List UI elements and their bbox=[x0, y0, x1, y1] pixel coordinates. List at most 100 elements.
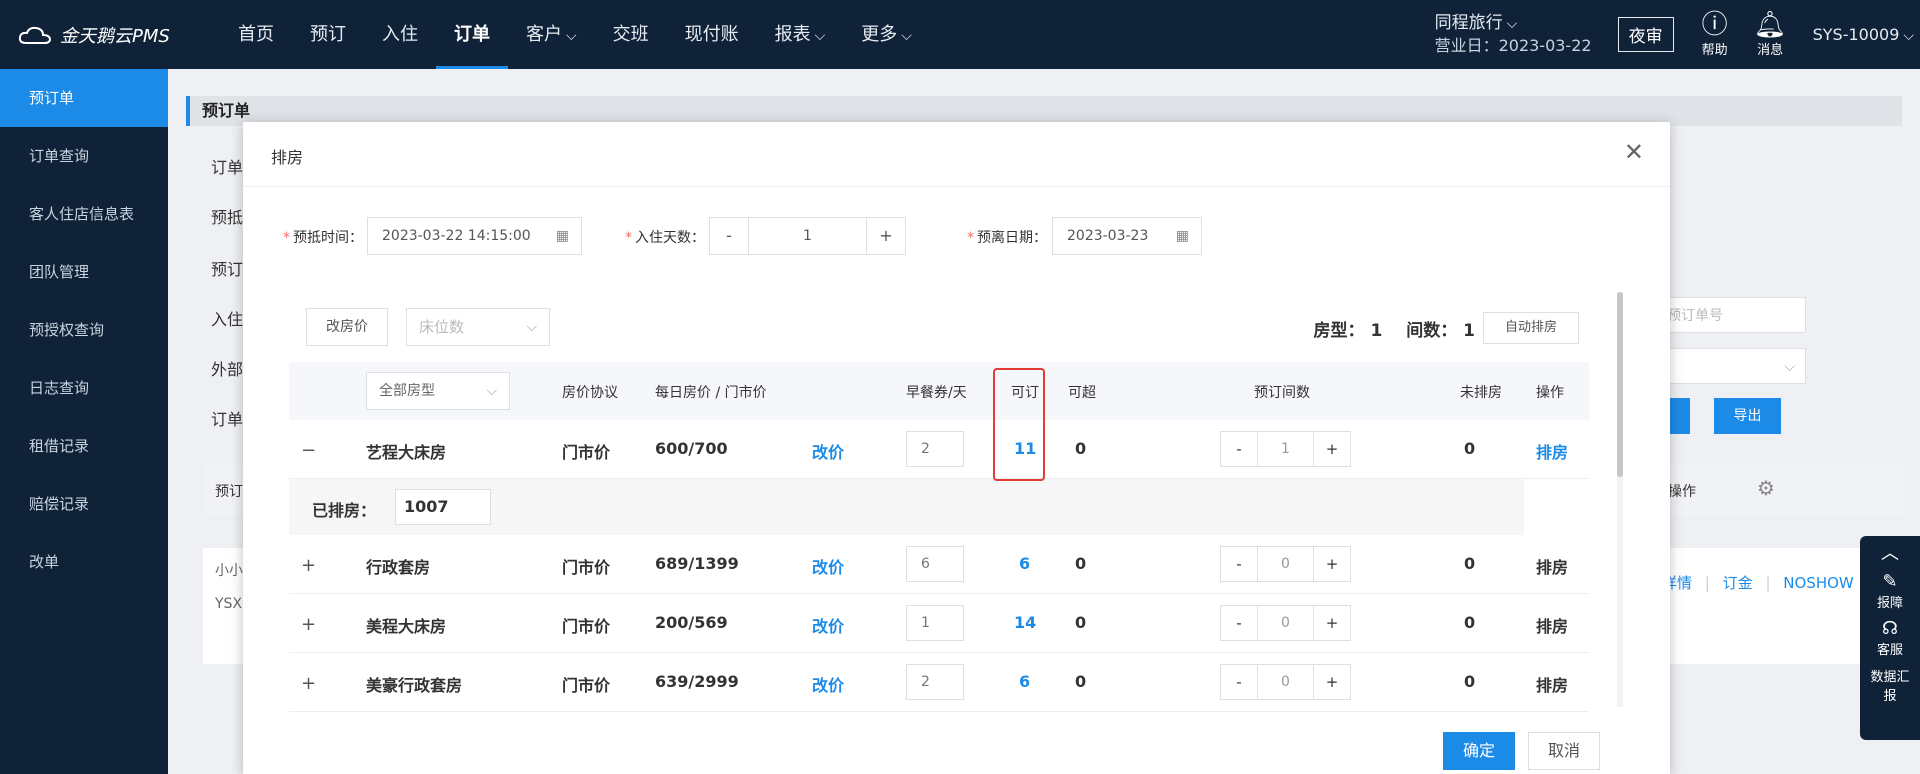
sidebar-item-log-query[interactable]: 日志查询 bbox=[0, 359, 168, 417]
expand-row-icon[interactable]: + bbox=[301, 555, 316, 576]
daily-price: 600/700 bbox=[655, 439, 728, 458]
messages-button[interactable]: 🔔︎ 消息 bbox=[1754, 11, 1787, 58]
qty-increment-button[interactable]: + bbox=[1314, 606, 1350, 640]
sidebar-item-guest-info[interactable]: 客人住店信息表 bbox=[0, 185, 168, 243]
header-overbook: 可超 bbox=[1068, 385, 1096, 401]
breakfast-input[interactable]: 1 bbox=[906, 605, 964, 641]
qty-value[interactable]: 1 bbox=[1257, 432, 1314, 466]
unassigned-count: 0 bbox=[1464, 613, 1476, 632]
noshow-link[interactable]: NOSHOW bbox=[1783, 574, 1853, 592]
help-button[interactable]: ⓘ 帮助 bbox=[1702, 11, 1728, 58]
departure-date-input[interactable]: 2023-03-23 ▦ bbox=[1052, 217, 1202, 255]
table-header: 全部房型 ⌵ 房价协议 每日房价 / 门市价 早餐券/天 可订 可超 预订间数 … bbox=[289, 362, 1589, 420]
sidebar-item-order-query[interactable]: 订单查询 bbox=[0, 127, 168, 185]
dialog-header: 排房 ✕ bbox=[243, 122, 1670, 187]
night-audit-button[interactable]: 夜审 bbox=[1617, 17, 1674, 52]
bg-search-button[interactable] bbox=[1668, 398, 1690, 434]
nav-shift[interactable]: 交班 bbox=[595, 0, 667, 69]
chevron-down-icon: ⌵ bbox=[814, 28, 826, 44]
cloud-logo-icon bbox=[18, 26, 52, 44]
nav-reports[interactable]: 报表 ⌵ bbox=[757, 0, 844, 69]
nights-decrement-button[interactable]: - bbox=[710, 218, 748, 254]
breakfast-input[interactable]: 6 bbox=[906, 546, 964, 582]
nav-more[interactable]: 更多 ⌵ bbox=[843, 0, 930, 69]
qty-decrement-button[interactable]: - bbox=[1221, 432, 1257, 466]
bed-count-select[interactable]: 床位数 ⌵ bbox=[406, 308, 550, 346]
breakfast-input[interactable]: 2 bbox=[906, 431, 964, 467]
qty-value[interactable]: 0 bbox=[1257, 606, 1314, 640]
header-unassigned: 未排房 bbox=[1460, 385, 1502, 401]
auto-assign-button[interactable]: 自动排房 bbox=[1483, 312, 1579, 344]
qty-value[interactable]: 0 bbox=[1257, 547, 1314, 581]
nights-increment-button[interactable]: + bbox=[867, 218, 905, 254]
chevron-down-icon: ⌵ bbox=[486, 383, 497, 399]
qty-decrement-button[interactable]: - bbox=[1221, 606, 1257, 640]
change-price-link[interactable]: 改价 bbox=[812, 613, 844, 637]
change-price-link[interactable]: 改价 bbox=[812, 672, 844, 696]
assign-room-action[interactable]: 排房 bbox=[1536, 672, 1568, 696]
data-report-button[interactable]: 数据汇报 bbox=[1860, 658, 1920, 704]
expand-row-icon[interactable]: + bbox=[301, 673, 316, 694]
change-price-link[interactable]: 改价 bbox=[812, 554, 844, 578]
qty-increment-button[interactable]: + bbox=[1314, 432, 1350, 466]
confirm-button[interactable]: 确定 bbox=[1443, 732, 1515, 770]
close-icon[interactable]: ✕ bbox=[1624, 138, 1644, 166]
assign-room-action[interactable]: 排房 bbox=[1536, 554, 1568, 578]
bg-select[interactable]: ⌵ bbox=[1656, 348, 1806, 384]
export-button[interactable]: 导出 bbox=[1714, 398, 1781, 434]
arrival-time-input[interactable]: 2023-03-22 14:15:00 ▦ bbox=[367, 217, 582, 255]
top-navbar: 金天鹅云PMS 首页 预订 入住 订单 客户 ⌵ 交班 现付账 报表 ⌵ 更多 ⌵ 同… bbox=[0, 0, 1920, 69]
nights-value[interactable]: 1 bbox=[748, 218, 867, 254]
scrollbar-thumb[interactable] bbox=[1617, 292, 1623, 477]
topbar-right: 同程旅行 ⌵ 营业日：2023-03-22 夜审 ⓘ 帮助 🔔︎ 消息 SYS-1… bbox=[1435, 0, 1920, 69]
sidebar-item-preauth-query[interactable]: 预授权查询 bbox=[0, 301, 168, 359]
filter-label: 外部 bbox=[211, 360, 244, 379]
qty-value[interactable]: 0 bbox=[1257, 665, 1314, 699]
breakfast-input[interactable]: 2 bbox=[906, 664, 964, 700]
nav-booking[interactable]: 预订 bbox=[292, 0, 364, 69]
collapse-row-icon[interactable]: − bbox=[301, 440, 316, 461]
user-menu[interactable]: SYS-10009 ⌵ bbox=[1813, 25, 1914, 44]
order-number-input[interactable]: 预订单号 bbox=[1656, 297, 1806, 333]
unassigned-count: 0 bbox=[1464, 554, 1476, 573]
sidebar-item-reservations[interactable]: 预订单 bbox=[0, 69, 168, 127]
available-count: 14 bbox=[1014, 613, 1037, 632]
nav-orders[interactable]: 订单 bbox=[436, 0, 508, 69]
nav-customers[interactable]: 客户 ⌵ bbox=[508, 0, 595, 69]
calendar-icon: ▦ bbox=[555, 228, 569, 244]
row-action-links: 详情 | 订金 | NOSHOW bbox=[1662, 574, 1854, 592]
sidebar-item-modify-order[interactable]: 改单 bbox=[0, 533, 168, 591]
collapse-button[interactable]: ︿ bbox=[1860, 536, 1920, 564]
change-price-button[interactable]: 改房价 bbox=[306, 308, 388, 346]
nav-cash-account[interactable]: 现付账 bbox=[667, 0, 757, 69]
nav-home[interactable]: 首页 bbox=[220, 0, 292, 69]
deposit-link[interactable]: 订金 bbox=[1723, 574, 1753, 592]
filter-label: 订单 bbox=[211, 410, 244, 429]
app-logo[interactable]: 金天鹅云PMS bbox=[18, 22, 170, 48]
overbook-count: 0 bbox=[1075, 613, 1087, 632]
assigned-room-number[interactable]: 1007 bbox=[395, 489, 491, 525]
hotel-name: 同程旅行 bbox=[1434, 13, 1503, 33]
room-qty-stepper: - 1 + bbox=[1220, 431, 1351, 467]
assign-room-action[interactable]: 排房 bbox=[1536, 613, 1568, 637]
nav-checkin[interactable]: 入住 bbox=[364, 0, 436, 69]
report-issue-button[interactable]: ✎ 报障 bbox=[1860, 564, 1920, 612]
cancel-button[interactable]: 取消 bbox=[1528, 732, 1600, 770]
qty-decrement-button[interactable]: - bbox=[1221, 665, 1257, 699]
ops-header: 操作 bbox=[1668, 484, 1696, 500]
qty-increment-button[interactable]: + bbox=[1314, 547, 1350, 581]
rate-plan: 门市价 bbox=[562, 443, 611, 462]
customer-service-button[interactable]: ☊ 客服 bbox=[1860, 611, 1920, 659]
sidebar-item-rental-records[interactable]: 租借记录 bbox=[0, 417, 168, 475]
expand-row-icon[interactable]: + bbox=[301, 614, 316, 635]
gear-icon[interactable]: ⚙ bbox=[1757, 476, 1775, 500]
available-column-highlight bbox=[993, 368, 1045, 481]
qty-increment-button[interactable]: + bbox=[1314, 665, 1350, 699]
change-price-link[interactable]: 改价 bbox=[812, 439, 844, 463]
sidebar-item-compensation-records[interactable]: 赔偿记录 bbox=[0, 475, 168, 533]
hotel-selector[interactable]: 同程旅行 ⌵ 营业日：2023-03-22 bbox=[1435, 12, 1592, 57]
assign-room-link[interactable]: 排房 bbox=[1536, 439, 1568, 463]
room-type-filter-select[interactable]: 全部房型 ⌵ bbox=[366, 372, 510, 410]
sidebar-item-group-management[interactable]: 团队管理 bbox=[0, 243, 168, 301]
qty-decrement-button[interactable]: - bbox=[1221, 547, 1257, 581]
